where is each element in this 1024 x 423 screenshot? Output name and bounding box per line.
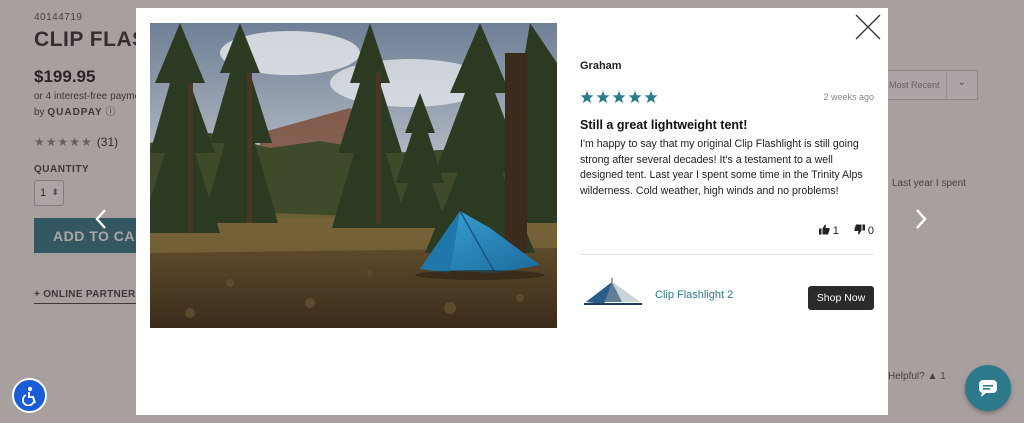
star-icon	[596, 90, 610, 104]
shop-now-button[interactable]: Shop Now	[808, 286, 874, 310]
review-headline: Still a great lightweight tent!	[580, 118, 748, 132]
chevron-right-icon[interactable]	[913, 206, 929, 232]
star-icon	[644, 90, 658, 104]
review-body: I'm happy to say that my original Clip F…	[580, 138, 863, 197]
thumbs-down-count: 0	[867, 225, 874, 237]
star-icon	[628, 90, 642, 104]
chevron-left-icon[interactable]	[93, 206, 109, 232]
divider	[580, 254, 874, 255]
star-icon	[580, 90, 594, 104]
reviewer-name: Graham	[580, 60, 622, 72]
accessibility-icon	[22, 386, 36, 406]
thumbs-down-icon	[854, 224, 865, 235]
thumbs-up-button[interactable]: 1	[818, 224, 839, 237]
chat-icon	[979, 380, 997, 397]
chat-button[interactable]	[965, 365, 1011, 411]
review-photo	[150, 23, 557, 328]
product-thumbnail[interactable]	[582, 274, 644, 310]
thumbs-up-icon	[818, 224, 830, 235]
review-votes: 1 0	[807, 224, 874, 240]
thumbs-down-button[interactable]: 0	[854, 224, 874, 237]
thumbs-up-count: 1	[832, 225, 839, 237]
accessibility-button[interactable]	[12, 378, 47, 413]
product-link[interactable]: Clip Flashlight 2	[655, 289, 733, 301]
star-icon	[612, 90, 626, 104]
close-icon[interactable]	[853, 12, 883, 42]
review-date: 2 weeks ago	[823, 92, 874, 102]
review-modal: Graham 2 weeks ago Still a great lightwe…	[136, 8, 888, 415]
review-rating	[580, 90, 660, 106]
